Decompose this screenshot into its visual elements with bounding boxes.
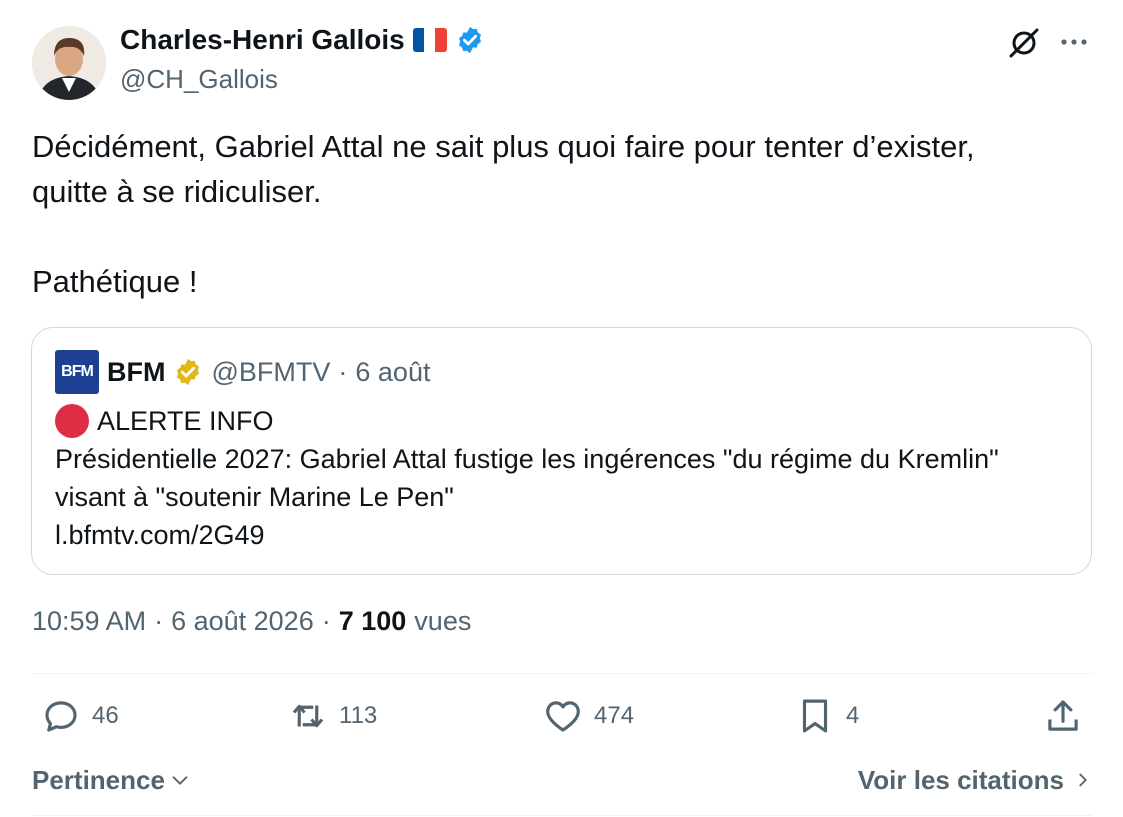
quoted-line: Présidentielle 2027: Gabriel Attal fusti… <box>55 444 999 474</box>
tweet-line: Décidément, Gabriel Attal ne sait plus q… <box>32 129 975 164</box>
repost-count: 113 <box>339 702 378 729</box>
view-quotes-label: Voir les citations <box>857 764 1064 795</box>
author-name[interactable]: Charles-Henri Gallois <box>120 24 405 56</box>
quoted-separator: · <box>338 356 348 387</box>
author-name-row: Charles-Henri Gallois <box>120 24 485 56</box>
divider <box>32 815 1092 816</box>
reply-footer: Pertinence Voir les citations <box>32 760 1092 800</box>
tweet-line: Pathétique ! <box>32 264 198 299</box>
reply-count: 46 <box>92 702 119 729</box>
view-quotes-link[interactable]: Voir les citations <box>858 765 1092 796</box>
more-icon[interactable] <box>1056 24 1092 60</box>
quoted-link[interactable]: l.bfmtv.com/2G49 <box>55 516 1075 554</box>
bookmark-icon <box>802 699 828 733</box>
tweet-header: Charles-Henri Gallois @CH_Gallois <box>32 20 1092 100</box>
repost-button[interactable]: 113 <box>287 695 377 737</box>
quoted-line: visant à "soutenir Marine Le Pen" <box>55 482 454 512</box>
quoted-avatar[interactable]: BFM <box>55 350 99 394</box>
tweet-meta: 10:59 AM · 6 août 2026 · 7 100 vues <box>32 606 471 637</box>
quoted-handle[interactable]: @BFMTV <box>211 357 330 388</box>
share-button[interactable] <box>1042 695 1084 737</box>
like-button[interactable]: 474 <box>542 695 634 737</box>
like-count: 474 <box>594 702 635 729</box>
quoted-alert-text: ALERTE INFO <box>97 406 274 436</box>
quoted-header: BFM BFM @BFMTV · 6 août <box>55 350 430 394</box>
quoted-date[interactable]: 6 août <box>355 357 430 388</box>
quoted-alert-row: ALERTE INFO <box>55 402 1075 440</box>
sort-dropdown[interactable]: Pertinence <box>32 765 191 796</box>
avatar[interactable] <box>32 26 106 100</box>
bookmark-count: 4 <box>846 702 860 729</box>
grok-icon[interactable] <box>1006 24 1042 60</box>
quoted-tweet[interactable]: BFM BFM @BFMTV · 6 août ALERTE INFO Prés… <box>31 327 1092 575</box>
reply-icon <box>45 701 77 732</box>
author-handle[interactable]: @CH_Gallois <box>120 64 278 95</box>
repost-icon <box>292 704 324 728</box>
tweet-date[interactable]: 6 août 2026 <box>171 606 314 637</box>
bookmark-button[interactable]: 4 <box>794 695 859 737</box>
tweet-line: quitte à se ridiculiser. <box>32 174 322 209</box>
like-icon <box>546 701 580 732</box>
share-icon <box>1048 700 1078 731</box>
reply-button[interactable]: 46 <box>40 695 119 737</box>
red-circle-icon <box>55 404 89 438</box>
quoted-body: ALERTE INFO Présidentielle 2027: Gabriel… <box>55 402 1075 554</box>
action-bar: 46 113 474 4 <box>32 695 1092 745</box>
views-count: 7 100 <box>338 606 407 636</box>
tweet-time[interactable]: 10:59 AM <box>32 606 146 637</box>
gold-badge-icon[interactable] <box>173 357 203 387</box>
tweet-text: Décidément, Gabriel Attal ne sait plus q… <box>32 124 1092 304</box>
divider <box>32 673 1092 674</box>
views-label: vues <box>414 606 472 636</box>
verified-badge-icon[interactable] <box>455 25 485 55</box>
meta-separator: · <box>154 606 164 636</box>
meta-separator: · <box>321 606 331 636</box>
bfm-logo-text: BFM <box>61 363 94 380</box>
chevron-right-icon <box>1079 773 1087 787</box>
quoted-author-name[interactable]: BFM <box>107 357 165 388</box>
sort-label: Pertinence <box>32 764 165 795</box>
flag-fr-icon <box>412 28 447 52</box>
chevron-down-icon <box>172 776 188 785</box>
